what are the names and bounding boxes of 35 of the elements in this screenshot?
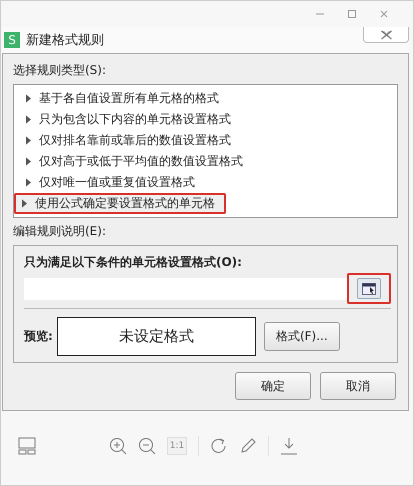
rule-type-item[interactable]: 仅对排名靠前或靠后的数值设置格式 bbox=[18, 130, 389, 151]
expand-arrow-icon bbox=[26, 94, 31, 103]
expand-arrow-icon bbox=[26, 115, 31, 124]
dialog-title: 新建格式规则 bbox=[26, 32, 105, 49]
range-select-icon bbox=[362, 282, 376, 294]
rotate-icon[interactable] bbox=[210, 437, 228, 455]
expand-arrow-icon bbox=[26, 178, 31, 187]
preview-label: 预览: bbox=[24, 328, 53, 345]
close-button[interactable] bbox=[363, 27, 409, 43]
ok-button[interactable]: 确定 bbox=[235, 372, 311, 400]
preview-box: 未设定格式 bbox=[56, 317, 256, 356]
cancel-button[interactable]: 取消 bbox=[320, 372, 396, 400]
close-icon bbox=[380, 30, 392, 40]
download-icon[interactable] bbox=[280, 437, 298, 455]
format-button[interactable]: 格式(F)... bbox=[264, 322, 340, 351]
zoom-out-icon[interactable] bbox=[138, 437, 156, 455]
rule-type-item[interactable]: 仅对高于或低于平均值的数值设置格式 bbox=[18, 151, 389, 172]
app-logo-icon: S bbox=[4, 32, 20, 48]
description-label: 编辑规则说明(E): bbox=[13, 223, 107, 240]
maximize-icon[interactable] bbox=[347, 9, 357, 19]
zoom-in-icon[interactable] bbox=[109, 437, 127, 455]
rule-type-label: 选择规则类型(S): bbox=[13, 62, 108, 79]
condition-label: 只为满足以下条件的单元格设置格式(O): bbox=[24, 254, 243, 271]
layout-icon[interactable] bbox=[18, 437, 36, 455]
expand-arrow-icon bbox=[22, 199, 27, 208]
rule-type-item[interactable]: 仅对唯一值或重复值设置格式 bbox=[18, 172, 389, 193]
rule-type-item[interactable]: 基于各自值设置所有单元格的格式 bbox=[18, 88, 389, 109]
expand-arrow-icon bbox=[26, 157, 31, 166]
rule-type-item[interactable]: 使用公式确定要设置格式的单元格 bbox=[14, 193, 226, 214]
close-icon[interactable] bbox=[379, 9, 389, 19]
expand-arrow-icon bbox=[26, 136, 31, 145]
rule-type-item[interactable]: 只为包含以下内容的单元格设置格式 bbox=[18, 109, 389, 130]
range-select-button[interactable] bbox=[357, 278, 381, 299]
formula-input-field[interactable] bbox=[24, 278, 347, 300]
pencil-icon[interactable] bbox=[239, 437, 257, 455]
